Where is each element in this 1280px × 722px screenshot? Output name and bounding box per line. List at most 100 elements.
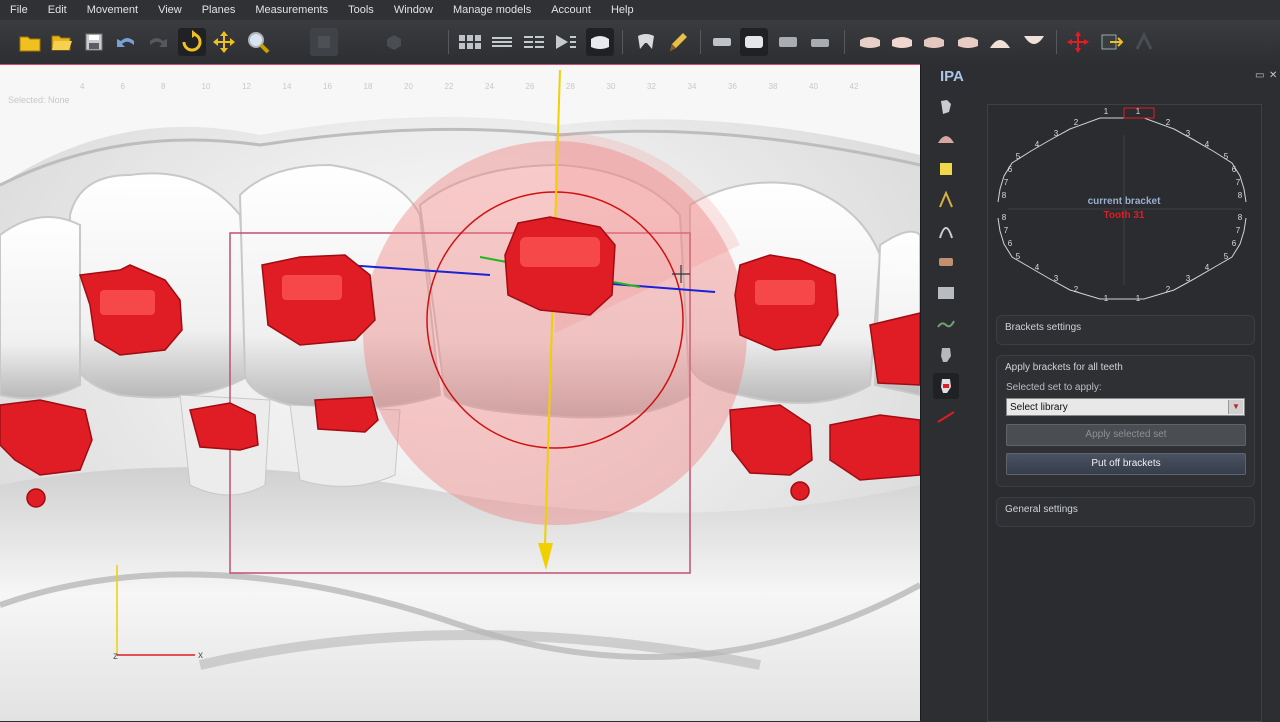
- teeth-row-icon[interactable]: [488, 28, 516, 56]
- move-icon[interactable]: [210, 28, 238, 56]
- segment-icon[interactable]: [552, 28, 580, 56]
- menu-account[interactable]: Account: [541, 0, 601, 20]
- ruler-tick: 8: [161, 82, 166, 91]
- attach-icon[interactable]: [933, 249, 959, 275]
- settings-tool-icon[interactable]: [1130, 28, 1158, 56]
- arch-upper-icon[interactable]: [986, 28, 1014, 56]
- tooth-label: 8: [1238, 191, 1243, 200]
- ruler-tick: 40: [809, 82, 818, 91]
- tooth-chart[interactable]: 12345678123456788765432187654321 current…: [988, 105, 1261, 305]
- bite-icon-2[interactable]: [888, 28, 916, 56]
- bracket-tool-icon[interactable]: [933, 373, 959, 399]
- ruler-tick: 6: [121, 82, 126, 91]
- chevron-down-icon[interactable]: ▼: [1228, 400, 1243, 414]
- tooth-tools-icon[interactable]: [632, 28, 660, 56]
- tooth-label: 2: [1166, 118, 1171, 127]
- ruler-tick: 10: [202, 82, 211, 91]
- arch-view-icon[interactable]: [933, 125, 959, 151]
- menu-tools[interactable]: Tools: [338, 0, 384, 20]
- tooth-label: 7: [1236, 226, 1241, 235]
- redo-icon[interactable]: [144, 28, 172, 56]
- tooth-label: 7: [1004, 178, 1009, 187]
- rotate-icon[interactable]: [178, 28, 206, 56]
- undo-icon[interactable]: [112, 28, 140, 56]
- chain-icon[interactable]: [933, 311, 959, 337]
- tooth-label: 1: [1136, 107, 1141, 116]
- bite-icon-4[interactable]: [954, 28, 982, 56]
- tooth-label: 8: [1238, 213, 1243, 222]
- image-icon[interactable]: [933, 280, 959, 306]
- menu-edit[interactable]: Edit: [38, 0, 77, 20]
- panel-title: IPA: [940, 68, 964, 85]
- wire-red-icon[interactable]: [933, 404, 959, 430]
- tooth-label: 3: [1186, 129, 1191, 138]
- ruler-tick: 30: [607, 82, 616, 91]
- viewport-scene[interactable]: z x 4 6 8 10 12 14 16 18 20 22 24 26 28 30 32 34 36 38 40 4…: [0, 65, 920, 721]
- new-file-icon[interactable]: [16, 28, 44, 56]
- ipa-panel: IPA ▭ ✕ 12345678123456788765432187654321…: [920, 64, 1280, 722]
- tooth-label: 1: [1104, 294, 1109, 303]
- tooth-label: 3: [1186, 274, 1191, 283]
- menu-planes[interactable]: Planes: [192, 0, 246, 20]
- general-settings-section[interactable]: General settings: [996, 497, 1255, 527]
- tooth-label: 6: [1008, 239, 1013, 248]
- axes-red-icon[interactable]: [1064, 28, 1092, 56]
- apply-selected-set-button[interactable]: Apply selected set: [1006, 424, 1246, 446]
- tooth-label: 6: [1232, 239, 1237, 248]
- measure-icon[interactable]: [933, 187, 959, 213]
- tooth-label: 1: [1136, 294, 1141, 303]
- tooth-label: 6: [1008, 165, 1013, 174]
- zoom-icon[interactable]: [244, 28, 272, 56]
- grid-view-icon[interactable]: [456, 28, 484, 56]
- bite-icon-1[interactable]: [856, 28, 884, 56]
- main-toolbar: [0, 20, 1280, 65]
- tooth-label: 8: [1002, 191, 1007, 200]
- jaw-model-icon[interactable]: [586, 28, 614, 56]
- arch-lower-icon[interactable]: [1020, 28, 1048, 56]
- menu-window[interactable]: Window: [384, 0, 443, 20]
- view-cube-icon[interactable]: [310, 28, 338, 56]
- arch-list-icon[interactable]: [520, 28, 548, 56]
- bracket-mid-icon[interactable]: [774, 28, 802, 56]
- export-icon[interactable]: [1098, 28, 1126, 56]
- 3d-viewport[interactable]: z x 4 6 8 10 12 14 16 18 20 22 24 26 28 30 32 34 36 38 40 4…: [0, 64, 920, 721]
- tooth-label: 8: [1002, 213, 1007, 222]
- tooth-label: 3: [1054, 274, 1059, 283]
- current-tooth-label: Tooth 31: [1104, 210, 1145, 221]
- brackets-settings-section[interactable]: Brackets settings: [996, 315, 1255, 345]
- tooth-label: 4: [1205, 263, 1210, 272]
- restore-icon[interactable]: ▭: [1255, 70, 1264, 81]
- menu-help[interactable]: Help: [601, 0, 644, 20]
- put-off-brackets-button[interactable]: Put off brackets: [1006, 453, 1246, 475]
- menu-file[interactable]: File: [0, 0, 38, 20]
- tooth-3d-icon[interactable]: [933, 342, 959, 368]
- note-icon[interactable]: [933, 156, 959, 182]
- save-icon[interactable]: [80, 28, 108, 56]
- box-icon[interactable]: [380, 28, 408, 56]
- current-bracket-label: current bracket: [1088, 196, 1161, 207]
- bite-icon-3[interactable]: [920, 28, 948, 56]
- tooth-label: 4: [1035, 140, 1040, 149]
- bracket-low-icon[interactable]: [806, 28, 834, 56]
- menu-bar: File Edit Movement View Planes Measureme…: [0, 0, 1280, 20]
- ruler-tick: 18: [364, 82, 373, 91]
- menu-manage-models[interactable]: Manage models: [443, 0, 541, 20]
- tooth-chart-svg: 12345678123456788765432187654321 current…: [997, 107, 1247, 303]
- menu-movement[interactable]: Movement: [77, 0, 148, 20]
- close-icon[interactable]: ✕: [1269, 70, 1277, 81]
- wire-icon[interactable]: [933, 218, 959, 244]
- bracket-top-icon[interactable]: [708, 28, 736, 56]
- selected-set-label: Selected set to apply:: [1006, 382, 1102, 393]
- library-select[interactable]: Select library ▼: [1006, 398, 1245, 416]
- ruler-tick: 32: [647, 82, 656, 91]
- tooth-select-icon[interactable]: [933, 94, 959, 120]
- tooth-label: 2: [1074, 118, 1079, 127]
- bracket-selected-icon[interactable]: [740, 28, 768, 56]
- menu-view[interactable]: View: [148, 0, 192, 20]
- pencil-icon[interactable]: [664, 28, 692, 56]
- menu-measurements[interactable]: Measurements: [245, 0, 338, 20]
- ruler-tick: 22: [445, 82, 454, 91]
- open-folder-icon[interactable]: [48, 28, 76, 56]
- general-settings-title: General settings: [1005, 504, 1078, 515]
- panel-side-toolbar: [929, 94, 963, 435]
